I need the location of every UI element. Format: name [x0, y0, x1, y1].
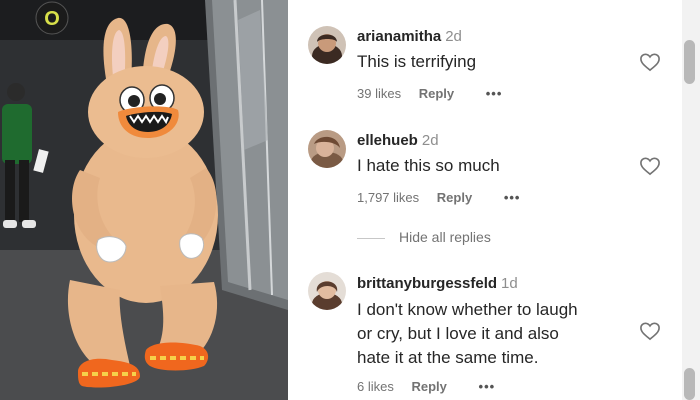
- avatar[interactable]: [308, 130, 346, 168]
- reply-button[interactable]: Reply: [437, 190, 472, 205]
- likes-count[interactable]: 6 likes: [357, 379, 394, 394]
- comment-meta: 6 likes Reply •••: [357, 379, 495, 394]
- o-logo: O: [44, 8, 60, 30]
- hide-replies-button[interactable]: Hide all replies: [357, 229, 491, 249]
- comment-time: 2d: [421, 132, 439, 149]
- comment-text-line: I don't know whether to laugh: [357, 300, 578, 319]
- scrollbar-thumb-lower[interactable]: [684, 368, 695, 400]
- comment-text-line: or cry, but I love it and also: [357, 324, 559, 343]
- comment-text-line: hate it at the same time.: [357, 348, 539, 367]
- more-options-icon[interactable]: •••: [504, 190, 521, 205]
- likes-count[interactable]: 1,797 likes: [357, 190, 419, 205]
- divider-line: [357, 237, 385, 239]
- scrollbar-thumb[interactable]: [684, 40, 695, 84]
- post-photo: O: [0, 0, 288, 400]
- more-options-icon[interactable]: •••: [486, 86, 503, 101]
- more-options-icon[interactable]: •••: [479, 379, 496, 394]
- avatar[interactable]: [308, 272, 346, 310]
- heart-icon[interactable]: [639, 321, 661, 341]
- heart-icon[interactable]: [639, 156, 661, 176]
- comment-text: This is terrifying: [357, 52, 477, 71]
- comment-time: 2d: [445, 28, 462, 45]
- comment-meta: 1,797 likes Reply •••: [357, 190, 520, 205]
- comment-username[interactable]: ellehueb 2d: [357, 132, 439, 149]
- mascot-photo: O: [0, 0, 288, 400]
- comment-meta: 39 likes Reply •••: [357, 86, 502, 101]
- comment-username[interactable]: arianamitha 2d: [357, 28, 462, 45]
- reply-button[interactable]: Reply: [411, 379, 446, 394]
- comment-text: I don't know whether to laugh or cry, bu…: [357, 298, 578, 370]
- comments-panel: arianamitha 2d This is terrifying 39 like…: [288, 0, 700, 400]
- avatar[interactable]: [308, 26, 346, 64]
- heart-icon[interactable]: [639, 52, 661, 72]
- likes-count[interactable]: 39 likes: [357, 86, 401, 101]
- comment-time: 1d: [501, 275, 518, 292]
- comment-username[interactable]: brittanyburgessfeld 1d: [357, 275, 518, 292]
- comment-text: I hate this so much: [357, 156, 500, 175]
- reply-button[interactable]: Reply: [419, 86, 454, 101]
